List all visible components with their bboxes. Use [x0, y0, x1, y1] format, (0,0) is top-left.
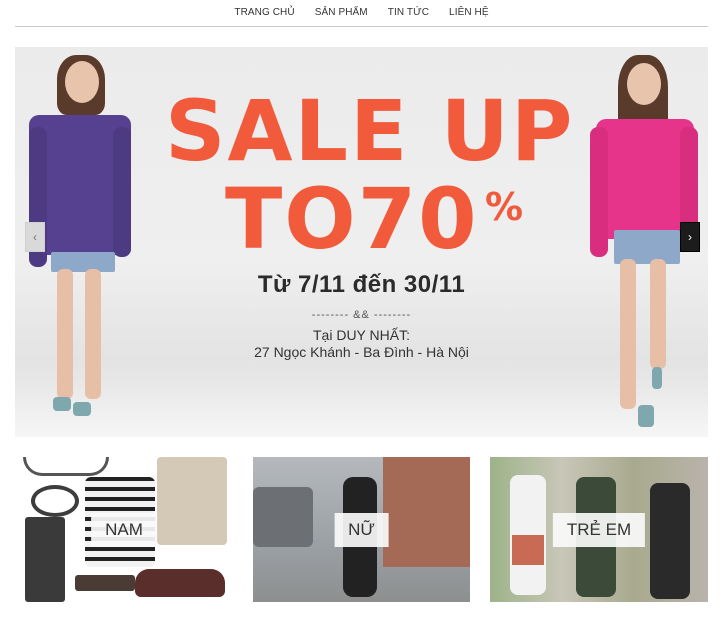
- slider-next-button[interactable]: ›: [680, 222, 700, 252]
- boy-left-shorts-image: [512, 535, 544, 565]
- chevron-right-icon: ›: [688, 230, 692, 244]
- category-tile-kids[interactable]: TRẺ EM: [490, 457, 708, 602]
- category-tile-women[interactable]: NỮ: [253, 457, 470, 602]
- nav-item-news[interactable]: TIN TỨC: [378, 0, 439, 26]
- bracelet-image: [31, 485, 79, 517]
- street-cars-image: [253, 487, 313, 547]
- sale-headline-line2: TO70: [225, 170, 479, 268]
- nav-item-home[interactable]: TRANG CHỦ: [224, 0, 304, 26]
- brick-wall-image: [383, 457, 470, 567]
- belt-image: [75, 575, 135, 591]
- jacket-image: [157, 457, 227, 545]
- top-nav: TRANG CHỦ SẢN PHẨM TIN TỨC LIÊN HỆ: [15, 0, 708, 27]
- category-tile-men[interactable]: NAM: [15, 457, 233, 602]
- hero-banner[interactable]: SALE UP TO70 % Từ 7/11 đến 30/11 -------…: [15, 47, 708, 437]
- sale-percent-sign: %: [485, 185, 524, 229]
- category-label-kids: TRẺ EM: [552, 512, 646, 547]
- category-label-women: NỮ: [334, 512, 389, 547]
- nav-item-products[interactable]: SẢN PHẨM: [305, 0, 378, 26]
- sale-dates: Từ 7/11 đến 30/11: [257, 271, 466, 298]
- store-address: 27 Ngọc Khánh - Ba Đình - Hà Nội: [254, 344, 469, 360]
- nav-item-contact[interactable]: LIÊN HỆ: [439, 0, 499, 26]
- shoes-image: [135, 569, 225, 597]
- sunglasses-image: [23, 457, 109, 476]
- category-label-men: NAM: [91, 512, 157, 547]
- boy-right-image: [650, 483, 690, 599]
- sale-divider: -------- && --------: [311, 309, 412, 321]
- chevron-left-icon: ‹: [33, 230, 37, 244]
- store-label: Tại DUY NHẤT:: [313, 327, 410, 343]
- jeans-image: [25, 517, 65, 602]
- sale-headline-line1: SALE UP: [165, 82, 575, 180]
- slider-prev-button[interactable]: ‹: [25, 222, 45, 252]
